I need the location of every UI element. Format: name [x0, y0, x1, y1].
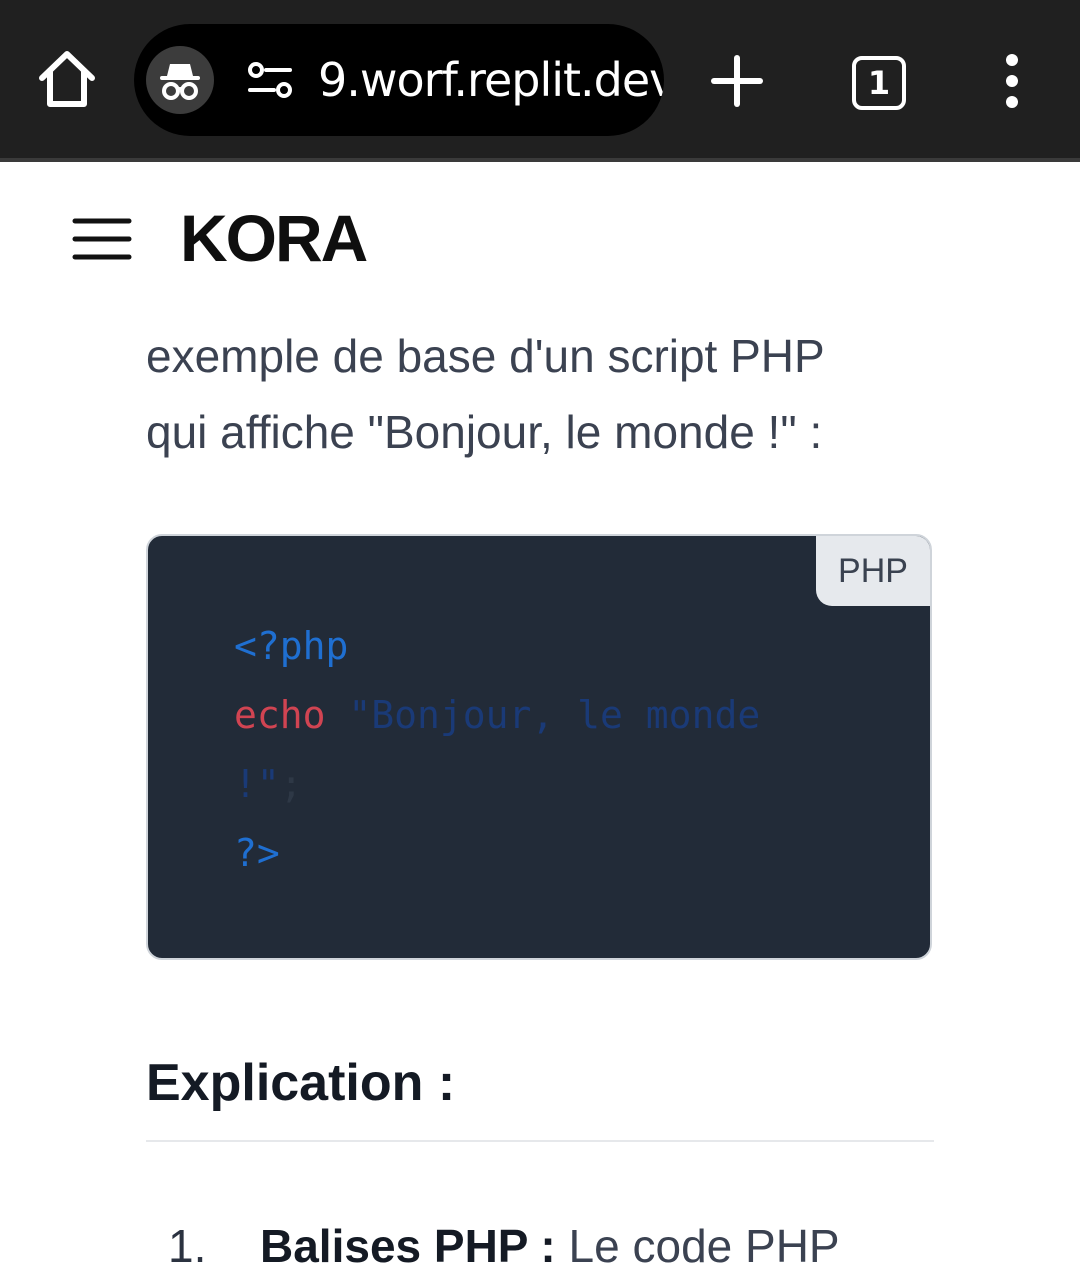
code-php-close-tag: ?> — [234, 831, 280, 875]
home-icon[interactable] — [34, 44, 100, 114]
code-content: <?php echo "Bonjour, le monde !"; ?> — [234, 612, 760, 888]
intro-line: exemple de base d'un script PHP — [146, 330, 825, 382]
address-bar[interactable]: 9.worf.replit.dev — [134, 24, 664, 136]
section-heading: Explication : — [146, 1054, 456, 1112]
list-text: Le code PHP — [568, 1220, 840, 1272]
code-semicolon: ; — [279, 762, 303, 806]
site-logo[interactable]: KORA — [180, 200, 368, 276]
code-language-badge: PHP — [816, 536, 930, 606]
list-separator: : — [527, 1220, 569, 1272]
intro-paragraph: exemple de base d'un script PHP qui affi… — [146, 318, 946, 470]
browser-toolbar: 9.worf.replit.dev 1 — [0, 0, 1080, 162]
code-php-open-tag: <?php — [234, 624, 349, 668]
list-number: 1. — [168, 1220, 207, 1272]
hamburger-menu-icon[interactable] — [72, 214, 132, 264]
tab-switcher-button[interactable]: 1 — [852, 56, 906, 110]
code-block: PHP <?php echo "Bonjour, le monde !"; ?> — [146, 534, 932, 960]
list-term: Balises PHP — [260, 1220, 528, 1272]
code-echo-keyword: echo — [234, 693, 326, 737]
code-string: "Bonjour, le monde — [325, 693, 761, 737]
more-options-icon[interactable] — [996, 54, 1028, 108]
code-string-end: !" — [234, 762, 280, 806]
new-tab-icon[interactable] — [708, 52, 766, 110]
intro-line: qui affiche "Bonjour, le monde !" : — [146, 406, 823, 458]
list-item: 1. Balises PHP : Le code PHP — [168, 1214, 840, 1278]
site-settings-icon[interactable] — [246, 58, 294, 102]
url-text[interactable]: 9.worf.replit.dev — [318, 50, 664, 110]
section-divider — [146, 1140, 934, 1142]
incognito-icon[interactable] — [146, 46, 214, 114]
page: 9.worf.replit.dev 1 KORA exemple de base… — [0, 0, 1080, 1279]
